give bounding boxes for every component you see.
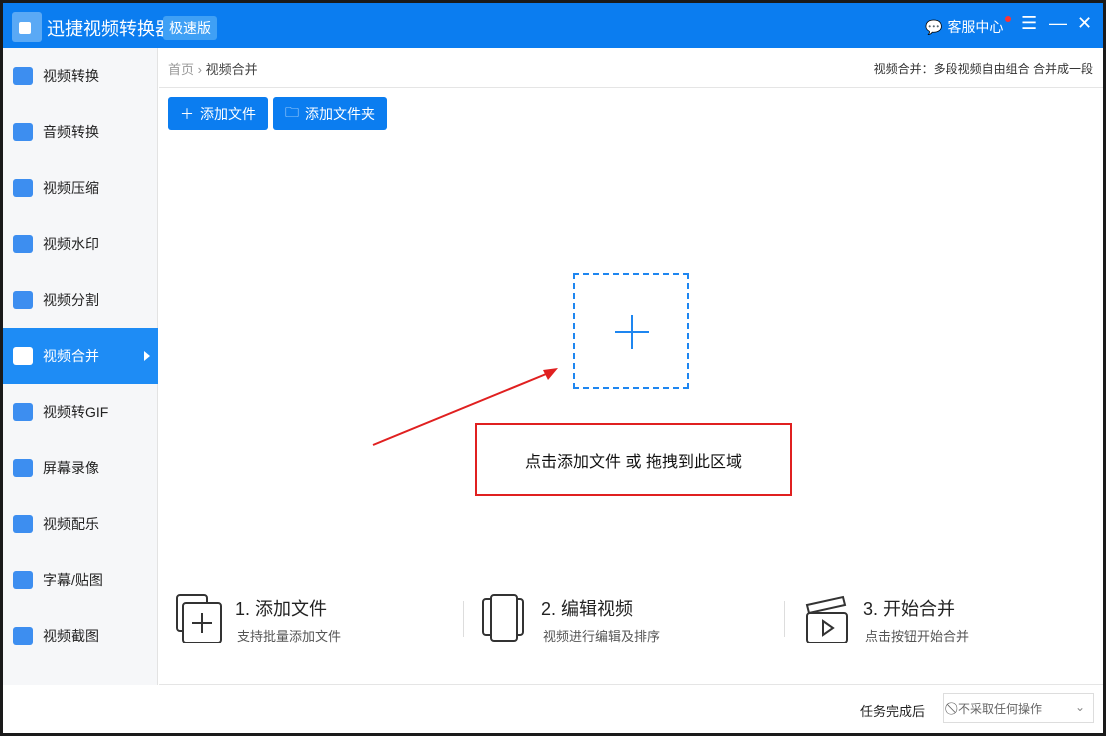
- after-task-select[interactable]: ⃠不采取任何操作⌄: [943, 693, 1094, 723]
- app-logo-icon: [12, 12, 42, 42]
- video-merge-icon: [13, 347, 33, 365]
- divider: [159, 87, 1103, 88]
- close-button[interactable]: ✕: [1077, 13, 1092, 34]
- sidebar-item-subtitle-sticker[interactable]: 字幕/贴图: [3, 552, 158, 608]
- subtitle-icon: [13, 571, 33, 589]
- breadcrumb: 首页 › 视频合并: [168, 59, 258, 78]
- app-window: 迅捷视频转换器 极速版 💬客服中心 ☰ — ✕ 视频转换 音频转换 视频压缩 视…: [3, 3, 1103, 733]
- gif-icon: [13, 403, 33, 421]
- menu-icon[interactable]: ☰: [1021, 13, 1037, 34]
- after-task-label: 任务完成后: [860, 701, 925, 720]
- minimize-button[interactable]: —: [1049, 13, 1067, 34]
- sidebar-item-video-music[interactable]: 视频配乐: [3, 496, 158, 552]
- sidebar-item-video-split[interactable]: 视频分割: [3, 272, 158, 328]
- step-separator: [463, 601, 464, 637]
- sidebar-item-screen-record[interactable]: 屏幕录像: [3, 440, 158, 496]
- step-start-merge: 3. 开始合并点击按钮开始合并: [803, 593, 853, 648]
- footer-divider: [159, 684, 1103, 685]
- video-compress-icon: [13, 179, 33, 197]
- clapperboard-icon: [803, 593, 853, 643]
- active-arrow-icon: [144, 351, 150, 361]
- step-edit-video: 2. 编辑视频视频进行编辑及排序: [481, 593, 531, 648]
- chat-icon: 💬: [925, 19, 942, 36]
- notification-dot: [1005, 16, 1011, 22]
- video-watermark-icon: [13, 235, 33, 253]
- sidebar-item-video-watermark[interactable]: 视频水印: [3, 216, 158, 272]
- dropzone-add-button[interactable]: [573, 273, 689, 389]
- sidebar-item-video-compress[interactable]: 视频压缩: [3, 160, 158, 216]
- app-title: 迅捷视频转换器: [47, 15, 173, 41]
- video-split-icon: [13, 291, 33, 309]
- breadcrumb-home[interactable]: 首页: [168, 62, 194, 77]
- title-bar: 迅捷视频转换器 极速版 💬客服中心 ☰ — ✕: [3, 3, 1103, 48]
- sidebar-item-audio-convert[interactable]: 音频转换: [3, 104, 158, 160]
- screenshot-icon: [13, 627, 33, 645]
- edition-badge: 极速版: [163, 16, 217, 40]
- add-file-step-icon: [175, 593, 225, 643]
- audio-convert-icon: [13, 123, 33, 141]
- chevron-down-icon: ⌄: [1075, 700, 1085, 714]
- plus-icon: ＋: [180, 104, 194, 124]
- screen-record-icon: [13, 459, 33, 477]
- sidebar-item-video-to-gif[interactable]: 视频转GIF: [3, 384, 158, 440]
- add-folder-button[interactable]: 🗀添加文件夹: [273, 97, 387, 130]
- step-separator: [784, 601, 785, 637]
- step-add-file: 1. 添加文件支持批量添加文件: [175, 593, 225, 648]
- sidebar-item-video-merge[interactable]: 视频合并: [3, 328, 158, 384]
- dropzone-hint: 点击添加文件 或 拖拽到此区域: [475, 423, 792, 496]
- feature-description: 视频合并：多段视频自由组合 合并成一段: [874, 60, 1093, 77]
- edit-video-step-icon: [481, 593, 531, 643]
- sidebar: 视频转换 音频转换 视频压缩 视频水印 视频分割 视频合并 视频转GIF 屏幕录…: [3, 48, 158, 685]
- sidebar-item-video-screenshot[interactable]: 视频截图: [3, 608, 158, 664]
- add-file-button[interactable]: ＋添加文件: [168, 97, 268, 130]
- folder-icon: 🗀: [285, 102, 299, 126]
- music-icon: [13, 515, 33, 533]
- sidebar-item-video-convert[interactable]: 视频转换: [3, 48, 158, 104]
- breadcrumb-current: 视频合并: [206, 62, 258, 77]
- video-convert-icon: [13, 67, 33, 85]
- service-center-button[interactable]: 💬客服中心: [925, 17, 1003, 37]
